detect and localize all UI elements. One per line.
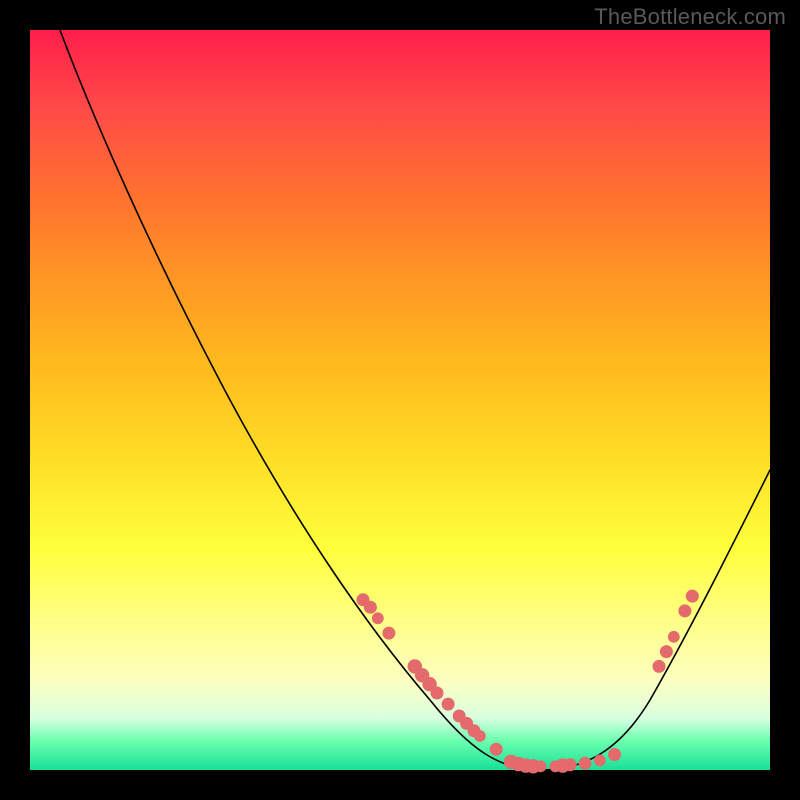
chart-frame: TheBottleneck.com bbox=[0, 0, 800, 800]
bottleneck-curve bbox=[60, 30, 770, 770]
curve-highlight-dot bbox=[608, 748, 621, 761]
curve-highlight-dot bbox=[579, 757, 592, 770]
curve-highlight-dot bbox=[594, 755, 606, 767]
watermark-text: TheBottleneck.com bbox=[594, 4, 786, 30]
curve-layer bbox=[30, 30, 770, 770]
curve-highlight-dot bbox=[372, 612, 384, 624]
curve-highlight-dot bbox=[678, 604, 691, 617]
curve-highlight-dot bbox=[364, 601, 377, 614]
curve-highlight-dot bbox=[431, 687, 444, 700]
curve-highlight-dot bbox=[535, 760, 547, 772]
curve-highlight-dot bbox=[490, 743, 503, 756]
curve-highlight-dot bbox=[382, 627, 395, 640]
plot-area bbox=[30, 30, 770, 770]
curve-highlight-dot bbox=[564, 758, 577, 771]
curve-highlight-dot bbox=[653, 660, 666, 673]
curve-highlight-dot bbox=[474, 730, 486, 742]
curve-highlight-dot bbox=[668, 631, 680, 643]
curve-highlight-dot bbox=[686, 590, 699, 603]
curve-highlight-dot bbox=[660, 645, 673, 658]
curve-highlight-dot bbox=[442, 698, 455, 711]
